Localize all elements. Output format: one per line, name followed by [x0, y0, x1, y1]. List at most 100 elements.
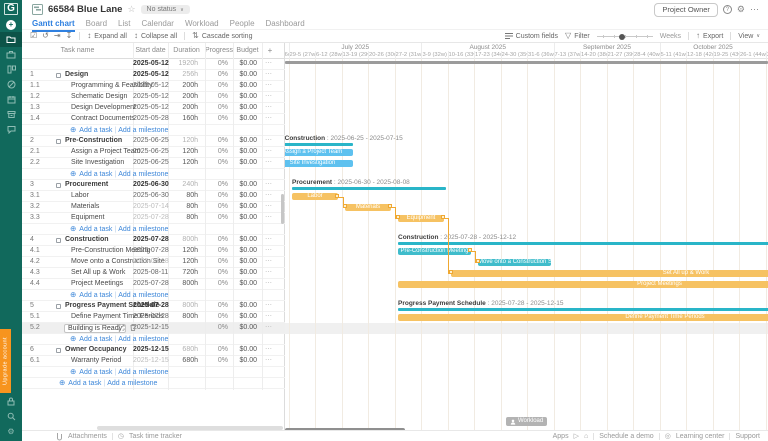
- app-store-icon[interactable]: ⌂: [584, 433, 588, 440]
- tab-board[interactable]: Board: [86, 19, 107, 30]
- progress-cell[interactable]: 0%: [205, 191, 228, 201]
- start-date-cell[interactable]: 2025-08-18: [133, 257, 168, 267]
- duration-cell[interactable]: 200h: [168, 103, 198, 113]
- group-summary-bar[interactable]: [292, 187, 446, 190]
- project-summary-bar[interactable]: [285, 61, 768, 64]
- add-milestone-link[interactable]: Add a milestone: [118, 171, 168, 178]
- progress-cell[interactable]: 0%: [205, 268, 228, 278]
- table-row[interactable]: 1Design2025-05-12256h0%$0.00⋯: [22, 70, 285, 81]
- zoom-slider[interactable]: [597, 32, 653, 40]
- column-header-progress[interactable]: Progress: [205, 43, 233, 59]
- start-date-cell[interactable]: 2025-12-15: [133, 345, 168, 355]
- add-task-link[interactable]: Add a task: [79, 171, 112, 178]
- select-tasks-icon[interactable]: ☑: [30, 32, 37, 40]
- start-date-cell[interactable]: 2025-07-28: [133, 213, 168, 223]
- progress-cell[interactable]: 0%: [205, 301, 228, 311]
- export-button[interactable]: ↑Export: [696, 32, 723, 40]
- dependency-handle[interactable]: [476, 259, 480, 263]
- progress-cell[interactable]: 0%: [205, 103, 228, 113]
- dependency-handle[interactable]: [343, 204, 347, 208]
- table-row[interactable]: 1.2Schematic Design2025-05-12200h0%$0.00…: [22, 92, 285, 103]
- comments-icon[interactable]: [0, 122, 22, 137]
- row-more-button[interactable]: ⋯: [265, 312, 272, 322]
- progress-cell[interactable]: 0%: [205, 158, 228, 168]
- add-row[interactable]: ⊕Add a task|Add a milestone: [22, 125, 285, 136]
- history-icon[interactable]: ↺: [42, 32, 49, 40]
- budget-cell[interactable]: $0.00: [233, 213, 257, 223]
- task-time-tracker-link[interactable]: Task time tracker: [129, 433, 182, 440]
- budget-cell[interactable]: $0.00: [233, 246, 257, 256]
- start-date-cell[interactable]: 2025-12-15: [133, 323, 168, 333]
- column-header-start-date[interactable]: Start date: [133, 43, 168, 59]
- add-milestone-link[interactable]: Add a milestone: [118, 336, 168, 343]
- progress-cell[interactable]: 0%: [205, 136, 228, 146]
- budget-cell[interactable]: $0.00: [233, 92, 257, 102]
- row-more-button[interactable]: ⋯: [265, 70, 272, 80]
- start-date-cell[interactable]: 2025-07-28: [133, 246, 168, 256]
- table-row[interactable]: 2.1Assign a Project Team2025-06-25120h0%…: [22, 147, 285, 158]
- add-milestone-link[interactable]: Add a milestone: [118, 369, 168, 376]
- budget-cell[interactable]: $0.00: [233, 257, 257, 267]
- row-more-button[interactable]: ⋯: [265, 202, 272, 212]
- new-project-icon[interactable]: +: [0, 17, 22, 32]
- row-more-button[interactable]: ⋯: [265, 180, 272, 190]
- duration-cell[interactable]: 800h: [168, 301, 198, 311]
- settings-gear-icon[interactable]: ⚙: [737, 4, 745, 15]
- budget-cell[interactable]: $0.00: [233, 59, 257, 69]
- table-row[interactable]: 4.1Pre-Construction Meeting2025-07-28120…: [22, 246, 285, 257]
- progress-cell[interactable]: 0%: [205, 59, 228, 69]
- gantt-bar[interactable]: Pre-Construction Meeting: [398, 248, 471, 255]
- open-task-card-icon[interactable]: [56, 183, 61, 188]
- zoom-slider-thumb[interactable]: [619, 34, 625, 40]
- gantt-bar[interactable]: Equipment: [398, 215, 444, 222]
- start-date-cell[interactable]: 2025-08-11: [133, 268, 168, 278]
- tab-people[interactable]: People: [230, 19, 255, 30]
- table-row[interactable]: 5.1Define Payment Time Periods2025-07-28…: [22, 312, 285, 323]
- duration-cell[interactable]: 120h: [168, 257, 198, 267]
- dependency-handle[interactable]: [335, 194, 339, 198]
- budget-cell[interactable]: $0.00: [233, 103, 257, 113]
- budget-cell[interactable]: $0.00: [233, 356, 257, 366]
- open-task-card-icon[interactable]: [56, 73, 61, 78]
- duration-cell[interactable]: 80h: [168, 191, 198, 201]
- help-icon[interactable]: ?: [723, 5, 732, 14]
- gantt-bar[interactable]: Labor: [292, 193, 338, 200]
- budget-cell[interactable]: $0.00: [233, 268, 257, 278]
- duration-cell[interactable]: 720h: [168, 268, 198, 278]
- duration-cell[interactable]: 120h: [168, 136, 198, 146]
- column-header-budget[interactable]: Budget: [233, 43, 262, 59]
- start-date-cell[interactable]: 2025-05-12: [133, 59, 168, 69]
- dependency-handle[interactable]: [468, 248, 472, 252]
- start-date-cell[interactable]: 2025-07-28: [133, 312, 168, 322]
- blocked-icon[interactable]: [0, 77, 22, 92]
- start-date-cell[interactable]: 2025-07-28: [133, 279, 168, 289]
- dependency-handle[interactable]: [449, 270, 453, 274]
- open-task-card-icon[interactable]: [56, 304, 61, 309]
- table-row[interactable]: 4Construction2025-07-28800h0%$0.00⋯: [22, 235, 285, 246]
- progress-cell[interactable]: 0%: [205, 202, 228, 212]
- duration-cell[interactable]: 256h: [168, 70, 198, 80]
- start-date-cell[interactable]: 2025-07-14: [133, 202, 168, 212]
- duration-cell[interactable]: 200h: [168, 92, 198, 102]
- progress-cell[interactable]: 0%: [205, 257, 228, 267]
- gantt-bar[interactable]: Define Payment Time Periods: [398, 314, 768, 321]
- start-date-cell[interactable]: 2025-06-25: [133, 136, 168, 146]
- dependency-handle[interactable]: [388, 204, 392, 208]
- duration-cell[interactable]: 80h: [168, 202, 198, 212]
- gantt-bar[interactable]: Move onto a Construction Site: [478, 259, 551, 266]
- tab-calendar[interactable]: Calendar: [141, 19, 173, 30]
- start-date-cell[interactable]: 2025-07-28: [133, 235, 168, 245]
- budget-cell[interactable]: $0.00: [233, 70, 257, 80]
- column-header-task-name[interactable]: Task name: [22, 43, 133, 59]
- add-milestone-link[interactable]: Add a milestone: [118, 292, 168, 299]
- row-more-button[interactable]: ⋯: [265, 235, 272, 245]
- group-summary-bar[interactable]: [398, 308, 768, 311]
- row-more-button[interactable]: ⋯: [265, 81, 272, 91]
- add-milestone-link[interactable]: Add a milestone: [118, 127, 168, 134]
- start-date-cell[interactable]: 2025-12-15: [133, 356, 168, 366]
- row-more-button[interactable]: ⋯: [265, 268, 272, 278]
- open-task-card-icon[interactable]: [56, 348, 61, 353]
- gantt-bar[interactable]: Set All up & Work: [451, 270, 768, 277]
- add-task-link[interactable]: Add a task: [79, 369, 112, 376]
- collapse-all-button[interactable]: ↕Collapse all: [134, 32, 177, 40]
